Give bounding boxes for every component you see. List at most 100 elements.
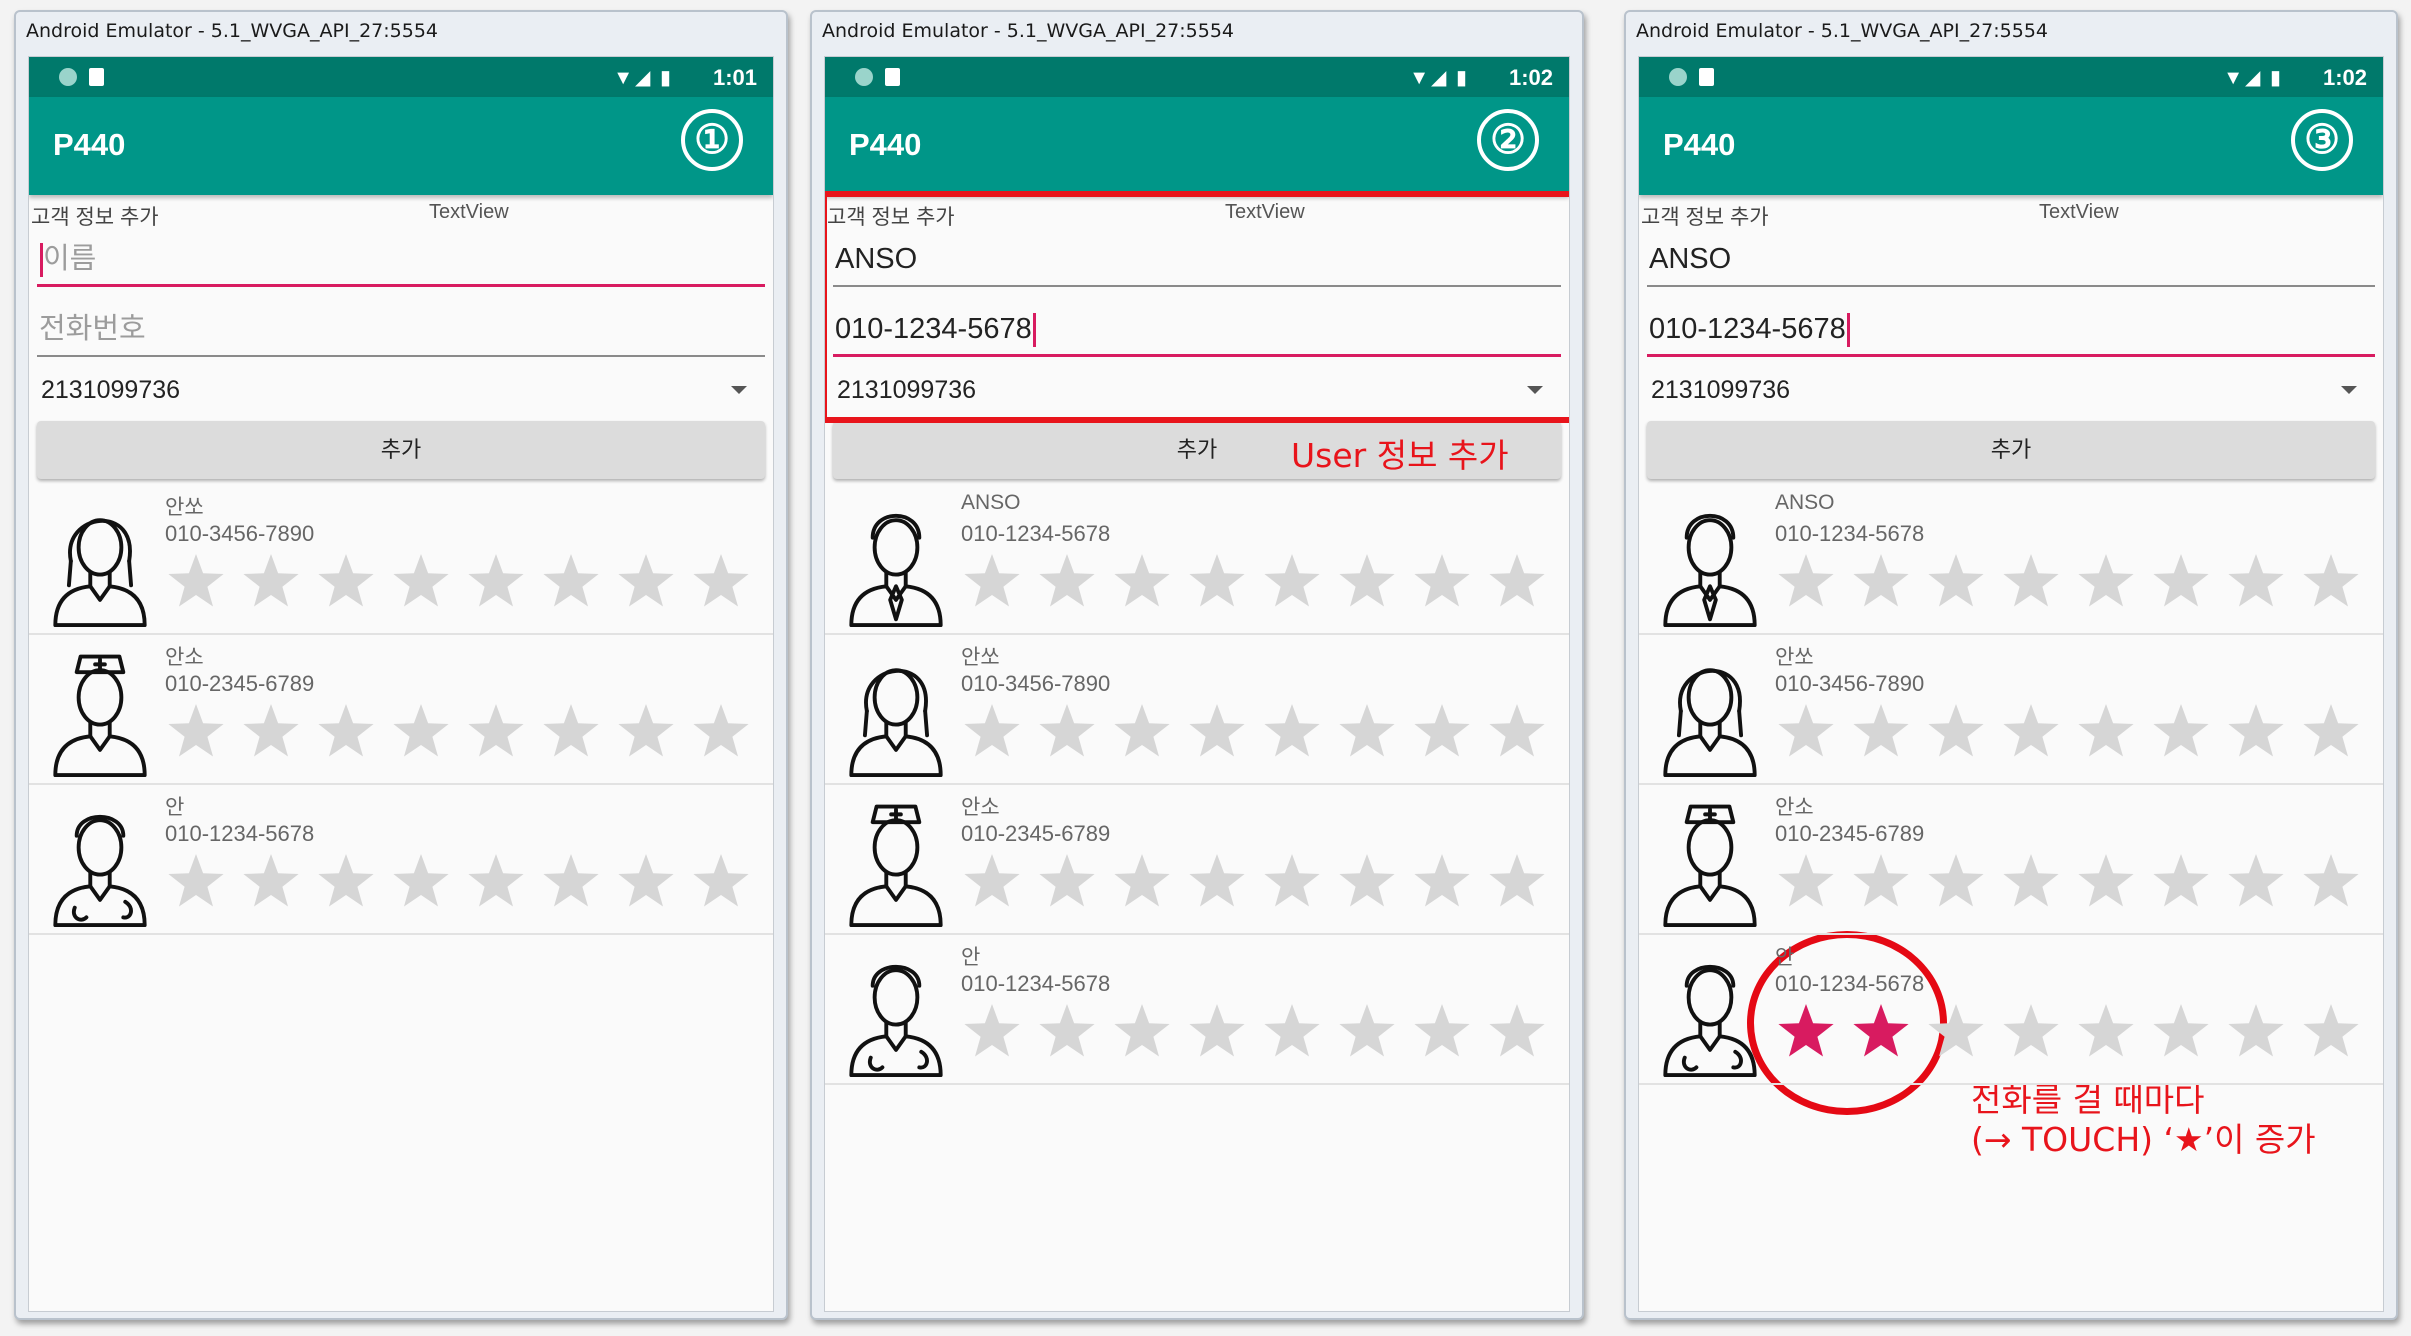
star-icon[interactable]	[390, 551, 452, 613]
star-icon[interactable]	[1486, 1001, 1548, 1063]
list-item[interactable]: ANSO 010-1234-5678	[1639, 485, 2383, 635]
star-icon[interactable]	[1925, 851, 1987, 913]
star-icon[interactable]	[2075, 851, 2137, 913]
star-icon[interactable]	[465, 701, 527, 763]
star-icon[interactable]	[2225, 551, 2287, 613]
star-icon[interactable]	[2150, 851, 2212, 913]
star-icon[interactable]	[2075, 1001, 2137, 1063]
star-icon[interactable]	[961, 851, 1023, 913]
star-icon[interactable]	[690, 551, 752, 613]
name-input[interactable]: 이름	[37, 235, 765, 287]
star-icon[interactable]	[1036, 551, 1098, 613]
star-icon[interactable]	[2000, 701, 2062, 763]
phone-input[interactable]: 전화번호	[37, 305, 765, 357]
star-icon[interactable]	[1775, 701, 1837, 763]
star-icon[interactable]	[240, 701, 302, 763]
device-screen[interactable]: ▼◢ ▮ 1:01 P440 ① 고객 정보 추가 TextView 이름 전화…	[28, 56, 774, 1312]
add-button[interactable]: 추가	[1647, 421, 2375, 479]
star-icon[interactable]	[1111, 1001, 1173, 1063]
star-icon[interactable]	[1186, 1001, 1248, 1063]
star-icon[interactable]	[690, 851, 752, 913]
list-item[interactable]: 안쏘 010-3456-7890	[825, 635, 1569, 785]
star-icon[interactable]	[1411, 701, 1473, 763]
star-icon[interactable]	[2000, 1001, 2062, 1063]
star-icon[interactable]	[1336, 701, 1398, 763]
list-item[interactable]: 안소 010-2345-6789	[825, 785, 1569, 935]
star-icon[interactable]	[1111, 701, 1173, 763]
star-icon[interactable]	[961, 551, 1023, 613]
star-icon[interactable]	[1336, 1001, 1398, 1063]
star-icon[interactable]	[1186, 551, 1248, 613]
star-icon[interactable]	[615, 701, 677, 763]
star-icon[interactable]	[1775, 1001, 1837, 1063]
star-icon[interactable]	[1850, 551, 1912, 613]
star-icon[interactable]	[2225, 1001, 2287, 1063]
star-icon[interactable]	[1775, 851, 1837, 913]
star-icon[interactable]	[1336, 551, 1398, 613]
star-icon[interactable]	[1925, 1001, 1987, 1063]
star-icon[interactable]	[1925, 701, 1987, 763]
star-icon[interactable]	[1486, 851, 1548, 913]
list-item[interactable]: 안쏘 010-3456-7890	[29, 485, 773, 635]
star-icon[interactable]	[1850, 1001, 1912, 1063]
id-spinner[interactable]: 2131099736	[41, 367, 761, 413]
list-item[interactable]: 안 010-1234-5678	[825, 935, 1569, 1085]
star-icon[interactable]	[615, 551, 677, 613]
id-spinner[interactable]: 2131099736	[1651, 367, 2371, 413]
star-icon[interactable]	[240, 551, 302, 613]
star-icon[interactable]	[2150, 701, 2212, 763]
star-icon[interactable]	[1261, 551, 1323, 613]
star-icon[interactable]	[465, 851, 527, 913]
device-screen[interactable]: ▼◢ ▮ 1:02 P440 ③ 고객 정보 추가 TextView ANSO …	[1638, 56, 2384, 1312]
star-icon[interactable]	[1336, 851, 1398, 913]
star-icon[interactable]	[1486, 551, 1548, 613]
star-icon[interactable]	[2300, 701, 2362, 763]
star-icon[interactable]	[2075, 551, 2137, 613]
star-icon[interactable]	[1486, 701, 1548, 763]
star-icon[interactable]	[1036, 701, 1098, 763]
star-icon[interactable]	[1261, 701, 1323, 763]
star-icon[interactable]	[1411, 1001, 1473, 1063]
star-icon[interactable]	[1775, 551, 1837, 613]
star-icon[interactable]	[540, 551, 602, 613]
star-icon[interactable]	[1186, 701, 1248, 763]
star-icon[interactable]	[1261, 1001, 1323, 1063]
star-icon[interactable]	[2000, 551, 2062, 613]
star-icon[interactable]	[2000, 851, 2062, 913]
star-icon[interactable]	[540, 701, 602, 763]
star-icon[interactable]	[690, 701, 752, 763]
star-icon[interactable]	[2300, 851, 2362, 913]
star-icon[interactable]	[2150, 1001, 2212, 1063]
star-icon[interactable]	[1036, 851, 1098, 913]
phone-input[interactable]: 010-1234-5678	[1647, 305, 2375, 357]
list-item[interactable]: 안 010-1234-5678	[1639, 935, 2383, 1085]
star-icon[interactable]	[390, 851, 452, 913]
list-item[interactable]: ANSO 010-1234-5678	[825, 485, 1569, 635]
list-item[interactable]: 안쏘 010-3456-7890	[1639, 635, 2383, 785]
star-icon[interactable]	[315, 851, 377, 913]
star-icon[interactable]	[1411, 551, 1473, 613]
star-icon[interactable]	[1111, 551, 1173, 613]
list-item[interactable]: 안 010-1234-5678	[29, 785, 773, 935]
star-icon[interactable]	[2150, 551, 2212, 613]
star-icon[interactable]	[615, 851, 677, 913]
star-icon[interactable]	[1186, 851, 1248, 913]
star-icon[interactable]	[2300, 551, 2362, 613]
star-icon[interactable]	[961, 1001, 1023, 1063]
star-icon[interactable]	[315, 551, 377, 613]
name-input[interactable]: ANSO	[1647, 235, 2375, 287]
star-icon[interactable]	[1411, 851, 1473, 913]
star-icon[interactable]	[315, 701, 377, 763]
star-icon[interactable]	[240, 851, 302, 913]
star-icon[interactable]	[2300, 1001, 2362, 1063]
star-icon[interactable]	[2225, 701, 2287, 763]
device-screen[interactable]: ▼◢ ▮ 1:02 P440 ② 고객 정보 추가 TextView ANSO …	[824, 56, 1570, 1312]
star-icon[interactable]	[390, 701, 452, 763]
star-icon[interactable]	[1036, 1001, 1098, 1063]
star-icon[interactable]	[1850, 701, 1912, 763]
add-button[interactable]: 추가	[37, 421, 765, 479]
star-icon[interactable]	[165, 551, 227, 613]
list-item[interactable]: 안소 010-2345-6789	[29, 635, 773, 785]
star-icon[interactable]	[1925, 551, 1987, 613]
star-icon[interactable]	[961, 701, 1023, 763]
